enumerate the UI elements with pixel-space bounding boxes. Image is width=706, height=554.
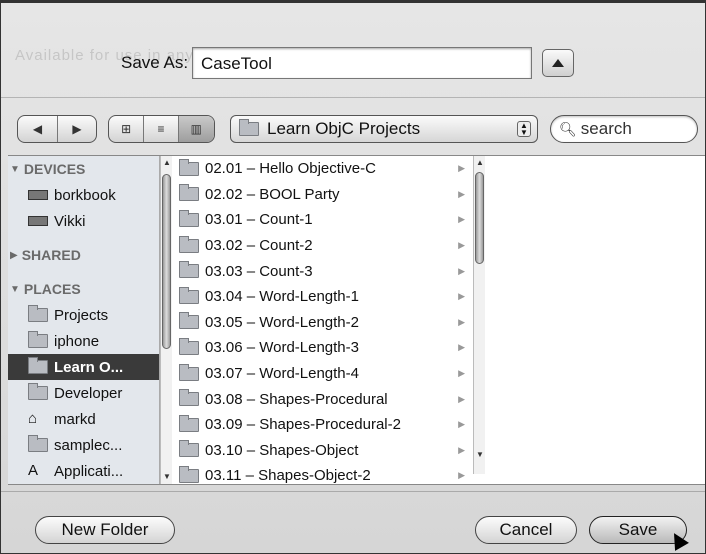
folder-icon: [179, 209, 199, 227]
chevron-right-icon: ▶: [458, 163, 465, 174]
list-item[interactable]: 03.05 – Word-Length-2 ▶: [173, 310, 473, 336]
list-item[interactable]: 03.08 – Shapes-Procedural ▶: [173, 386, 473, 412]
folder-icon: [179, 261, 199, 279]
sidebar: ▼ DEVICES borkbook Vikki ▶ SHARED ▼ PLACES …: [8, 156, 160, 484]
chevron-right-icon: ▶: [458, 342, 465, 353]
folder-icon: [179, 184, 199, 202]
folder-icon: [179, 465, 199, 483]
sidebar-scrollbar[interactable]: ▲ ▼: [160, 156, 172, 484]
list-item[interactable]: 02.02 – BOOL Party ▶: [173, 182, 473, 208]
sidebar-section-devices[interactable]: ▼ DEVICES: [8, 156, 159, 182]
back-forward-control: ◀ ▶: [17, 115, 97, 143]
list-item[interactable]: 03.04 – Word-Length-1 ▶: [173, 284, 473, 310]
chevron-right-icon: ▶: [458, 265, 465, 276]
folder-icon: [179, 363, 199, 381]
scroll-down-arrow-icon[interactable]: ▼: [475, 450, 485, 460]
back-button[interactable]: ◀: [18, 116, 57, 142]
file-browser: ▼ DEVICES borkbook Vikki ▶ SHARED ▼ PLACES …: [8, 155, 705, 485]
chevron-right-icon: ▶: [458, 368, 465, 379]
chevron-right-icon: ▶: [458, 393, 465, 404]
search-placeholder: search: [580, 119, 632, 138]
folder-icon: [28, 305, 48, 322]
folder-icon: [28, 383, 48, 400]
chevron-right-icon: ▶: [458, 316, 465, 327]
save-as-label: Save As:: [121, 53, 189, 72]
chevron-right-icon: ▶: [458, 291, 465, 302]
folder-icon: [28, 357, 48, 374]
scroll-down-arrow-icon[interactable]: ▼: [162, 472, 172, 482]
folder-icon: [28, 331, 48, 348]
sidebar-item-learn-objc[interactable]: Learn O...: [8, 354, 159, 380]
sidebar-item-developer[interactable]: Developer: [8, 380, 159, 406]
folder-icon: [179, 158, 199, 176]
list-item[interactable]: 03.10 – Shapes-Object ▶: [173, 438, 473, 464]
list-item[interactable]: 03.11 – Shapes-Object-2 ▶: [173, 463, 473, 484]
folder-icon: [28, 435, 48, 452]
folder-icon: [239, 119, 259, 136]
scroll-thumb[interactable]: [162, 174, 171, 349]
sidebar-item-applications[interactable]: A Applicati...: [8, 458, 159, 484]
chevron-right-icon: ▶: [458, 214, 465, 225]
sidebar-item-borkbook[interactable]: borkbook: [8, 182, 159, 208]
location-popup[interactable]: Learn ObjC Projects ▲ ▼: [230, 115, 538, 143]
list-item[interactable]: 02.01 – Hello Objective-C ▶: [173, 156, 473, 182]
sidebar-item-projects[interactable]: Projects: [8, 302, 159, 328]
location-label: Learn ObjC Projects: [267, 119, 421, 138]
folder-icon: [179, 389, 199, 407]
folder-icon: [179, 312, 199, 330]
drive-icon: [28, 216, 48, 226]
folder-icon: [179, 337, 199, 355]
sidebar-item-vikki[interactable]: Vikki: [8, 208, 159, 234]
save-dialog: Available for use in any project Save As…: [0, 0, 706, 554]
folder-column: 02.01 – Hello Objective-C ▶ 02.02 – BOOL …: [173, 156, 473, 484]
scroll-up-arrow-icon[interactable]: ▲: [475, 158, 485, 168]
list-item[interactable]: 03.03 – Count-3 ▶: [173, 258, 473, 284]
sidebar-item-iphone[interactable]: iphone: [8, 328, 159, 354]
scroll-thumb[interactable]: [475, 172, 484, 264]
sidebar-item-markd[interactable]: ⌂ markd: [8, 406, 159, 432]
sidebar-section-places[interactable]: ▼ PLACES: [8, 276, 159, 302]
chevron-right-icon: ▶: [458, 444, 465, 455]
list-item[interactable]: 03.09 – Shapes-Procedural-2 ▶: [173, 412, 473, 438]
cancel-button[interactable]: Cancel: [475, 516, 577, 544]
popup-stepper-icon: ▲ ▼: [517, 121, 531, 137]
folder-icon: [179, 235, 199, 253]
laptop-icon: [28, 190, 48, 200]
icon-view-button[interactable]: ⊞: [109, 116, 143, 142]
list-item[interactable]: 03.06 – Word-Length-3 ▶: [173, 335, 473, 361]
search-icon: 🔍︎: [559, 120, 577, 137]
list-item[interactable]: 03.07 – Word-Length-4 ▶: [173, 361, 473, 387]
chevron-right-icon: ▶: [458, 470, 465, 481]
search-field[interactable]: 🔍︎ search: [550, 115, 698, 143]
save-as-field[interactable]: CaseTool: [192, 47, 532, 79]
sidebar-item-samplecode[interactable]: samplec...: [8, 432, 159, 458]
divider: [1, 491, 705, 492]
divider: [1, 97, 705, 98]
folder-icon: [179, 414, 199, 432]
folder-icon: [179, 286, 199, 304]
sidebar-section-shared[interactable]: ▶ SHARED: [8, 242, 159, 268]
chevron-right-icon: ▶: [458, 240, 465, 251]
collapse-disclosure-button[interactable]: [542, 49, 574, 77]
chevron-right-icon: ▶: [458, 419, 465, 430]
column-scrollbar[interactable]: ▲ ▼: [473, 156, 485, 474]
applications-icon: A: [28, 462, 39, 479]
column-view-button[interactable]: ▥: [177, 116, 214, 142]
folder-icon: [179, 440, 199, 458]
forward-button[interactable]: ▶: [56, 116, 96, 142]
view-mode-control: ⊞ ≡ ▥: [108, 115, 215, 143]
list-view-button[interactable]: ≡: [143, 116, 177, 142]
house-icon: ⌂: [28, 410, 38, 427]
list-item[interactable]: 03.01 – Count-1 ▶: [173, 207, 473, 233]
scroll-up-arrow-icon[interactable]: ▲: [162, 158, 172, 168]
new-folder-button[interactable]: New Folder: [35, 516, 175, 544]
list-item[interactable]: 03.02 – Count-2 ▶: [173, 233, 473, 259]
chevron-right-icon: ▶: [458, 188, 465, 199]
